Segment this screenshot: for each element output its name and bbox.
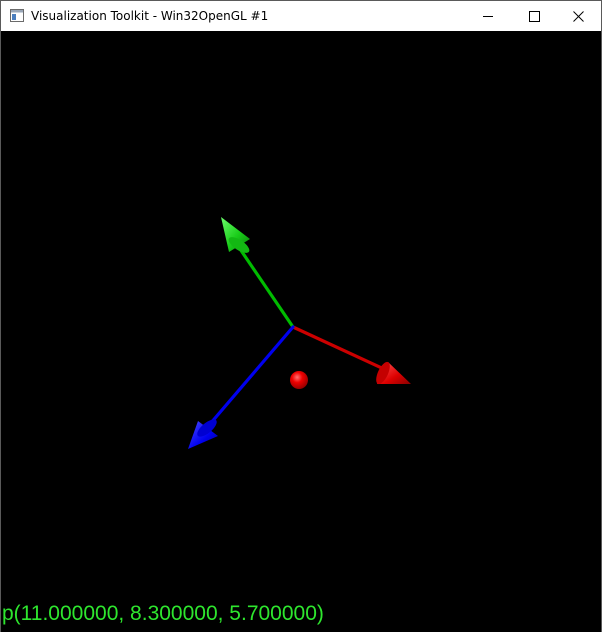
- close-icon: [573, 11, 584, 22]
- point-coordinate-readout: p(11.000000, 8.300000, 5.700000): [2, 602, 324, 625]
- minimize-button[interactable]: [465, 1, 511, 31]
- close-button[interactable]: [555, 1, 601, 31]
- vtk-render-window: Visualization Toolkit - Win32OpenGL #1 p…: [0, 0, 602, 632]
- render-viewport[interactable]: p(11.000000, 8.300000, 5.700000): [1, 31, 601, 632]
- maximize-icon: [529, 11, 540, 22]
- maximize-button[interactable]: [511, 1, 557, 31]
- z-axis-arrow: [188, 325, 295, 449]
- window-title: Visualization Toolkit - Win32OpenGL #1: [31, 9, 269, 23]
- vtk-window-icon[interactable]: [10, 9, 24, 22]
- y-axis-arrow: [221, 217, 295, 329]
- axes-scene: [188, 217, 411, 449]
- title-bar[interactable]: Visualization Toolkit - Win32OpenGL #1: [1, 1, 601, 31]
- point-marker: [290, 371, 308, 389]
- x-axis-arrow: [291, 325, 411, 385]
- minimize-icon: [483, 16, 493, 17]
